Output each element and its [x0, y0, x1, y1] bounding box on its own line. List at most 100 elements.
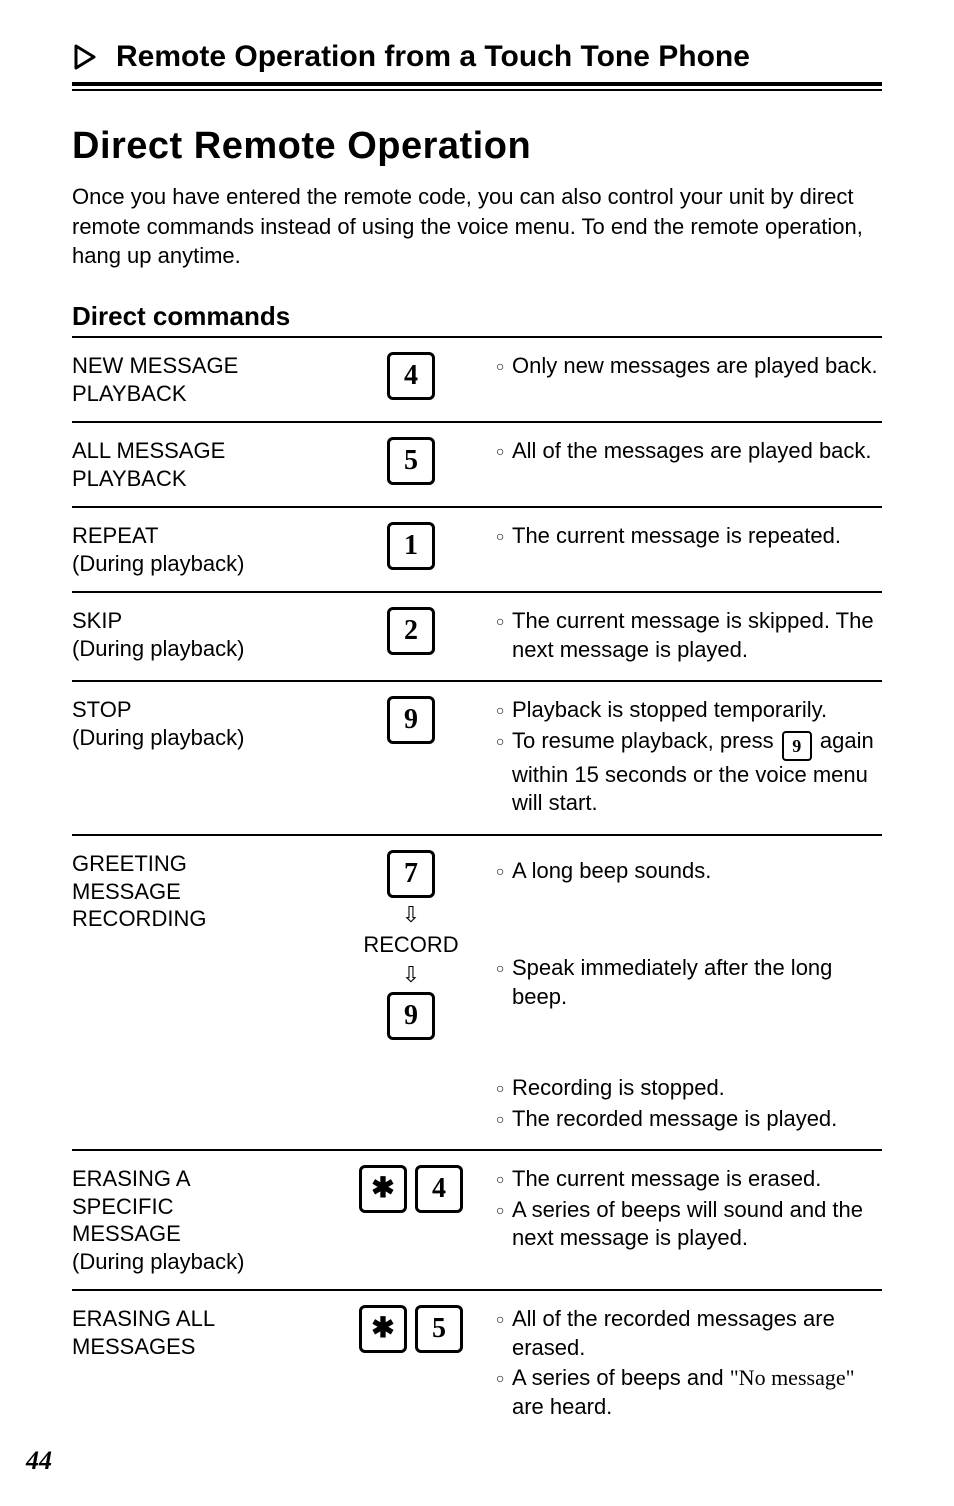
- manual-page: Remote Operation from a Touch Tone Phone…: [0, 0, 954, 1506]
- row-erase-specific: ERASING A SPECIFIC MESSAGE (During playb…: [72, 1151, 882, 1291]
- cmd-name: ERASING A SPECIFIC MESSAGE (During playb…: [72, 1165, 326, 1275]
- keycap-9-inline-icon: 9: [782, 731, 812, 761]
- key-row: ✱ 5: [359, 1305, 463, 1353]
- bullet-text: Recording is stopped.: [512, 1074, 882, 1103]
- key-row: ✱ 4: [359, 1165, 463, 1213]
- bullet-text: All of the recorded messages are erased.: [512, 1305, 882, 1362]
- bullet-text: A long beep sounds.: [512, 857, 882, 886]
- down-arrow-icon: ⇩: [402, 904, 420, 926]
- row-skip: SKIP (During playback) 2 ○ The current m…: [72, 593, 882, 682]
- cmd-name: REPEAT (During playback): [72, 522, 326, 577]
- keycap-7-icon: 7: [387, 850, 435, 898]
- bullet-icon: ○: [496, 1364, 510, 1392]
- bullet-text: The current message is erased.: [512, 1165, 882, 1194]
- keycap-9-icon: 9: [387, 992, 435, 1040]
- keycap-4-icon: 4: [387, 352, 435, 400]
- keycap-star-icon: ✱: [359, 1165, 407, 1213]
- cmd-keys: 2: [326, 607, 496, 655]
- cmd-desc: ○ All of the recorded messages are erase…: [496, 1305, 882, 1423]
- cmd-name: ALL MESSAGE PLAYBACK: [72, 437, 326, 492]
- row-stop: STOP (During playback) 9 ○ Playback is s…: [72, 682, 882, 836]
- bullet-icon: ○: [496, 607, 510, 635]
- bullet-text: The current message is skipped. The next…: [512, 607, 882, 664]
- cmd-keys: 4: [326, 352, 496, 400]
- cmd-name: STOP (During playback): [72, 696, 326, 751]
- cmd-desc: ○ The current message is erased. ○ A ser…: [496, 1165, 882, 1255]
- cmd-keys: ✱ 5: [326, 1305, 496, 1353]
- bullet-text: To resume playback, press 9 again within…: [512, 727, 882, 818]
- bullet-text: A series of beeps and "No message" are h…: [512, 1364, 882, 1421]
- bullet-text: All of the messages are played back.: [512, 437, 882, 466]
- bullet-icon: ○: [496, 1305, 510, 1333]
- keycap-1-icon: 1: [387, 522, 435, 570]
- cmd-desc: ○ Playback is stopped temporarily. ○ To …: [496, 696, 882, 820]
- bullet-text: The current message is repeated.: [512, 522, 882, 551]
- bullet: ○ The recorded message is played.: [496, 1105, 882, 1134]
- cmd-desc: ○ The current message is repeated.: [496, 522, 882, 553]
- keycap-9-icon: 9: [387, 696, 435, 744]
- greeting-step3-desc: ○ Recording is stopped. ○ The recorded m…: [496, 1074, 882, 1135]
- bullet: ○ The current message is skipped. The ne…: [496, 607, 882, 664]
- chapter-title: Remote Operation from a Touch Tone Phone: [116, 40, 750, 74]
- cmd-desc: ○ Only new messages are played back.: [496, 352, 882, 383]
- text-part: A series of beeps and: [512, 1365, 730, 1390]
- bullet-text: Playback is stopped temporarily.: [512, 696, 882, 725]
- cmd-desc: ○ All of the messages are played back.: [496, 437, 882, 468]
- keycap-5-icon: 5: [415, 1305, 463, 1353]
- quoted-text: "No message": [730, 1365, 855, 1390]
- down-arrow-icon: ⇩: [402, 964, 420, 986]
- keycap-2-icon: 2: [387, 607, 435, 655]
- direct-commands-heading: Direct commands: [72, 301, 882, 332]
- cmd-keys: 9: [326, 696, 496, 744]
- row-greeting: GREETING MESSAGE RECORDING 7 ⇩ RECORD ⇩ …: [72, 836, 882, 1151]
- cmd-desc: ○ The current message is skipped. The ne…: [496, 607, 882, 666]
- cmd-name: ERASING ALL MESSAGES: [72, 1305, 326, 1360]
- record-label: RECORD: [363, 932, 458, 958]
- cmd-desc: ○ A long beep sounds. ○ Speak immediatel…: [496, 850, 882, 1135]
- bullet: ○ All of the messages are played back.: [496, 437, 882, 466]
- bullet-icon: ○: [496, 437, 510, 465]
- chapter-heading: Remote Operation from a Touch Tone Phone: [72, 40, 882, 80]
- spacer: [496, 894, 882, 954]
- bullet: ○ Recording is stopped.: [496, 1074, 882, 1103]
- cmd-keys: ✱ 4: [326, 1165, 496, 1213]
- row-all-message: ALL MESSAGE PLAYBACK 5 ○ All of the mess…: [72, 423, 882, 508]
- bullet: ○ Speak immediately after the long beep.: [496, 954, 882, 1011]
- cmd-name: NEW MESSAGE PLAYBACK: [72, 352, 326, 407]
- bullet-text: The recorded message is played.: [512, 1105, 882, 1134]
- bullet-icon: ○: [496, 1196, 510, 1224]
- bullet-icon: ○: [496, 727, 510, 755]
- bullet-icon: ○: [496, 522, 510, 550]
- page-number: 44: [26, 1446, 52, 1476]
- keycap-star-icon: ✱: [359, 1305, 407, 1353]
- bullet: ○ To resume playback, press 9 again with…: [496, 727, 882, 818]
- spacer: [496, 1014, 882, 1074]
- arrow-right-icon: [72, 42, 102, 72]
- bullet: ○ A series of beeps will sound and the n…: [496, 1196, 882, 1253]
- bullet: ○ All of the recorded messages are erase…: [496, 1305, 882, 1362]
- cmd-name: SKIP (During playback): [72, 607, 326, 662]
- bullet-icon: ○: [496, 352, 510, 380]
- bullet-icon: ○: [496, 1074, 510, 1102]
- cmd-name: GREETING MESSAGE RECORDING: [72, 850, 326, 933]
- bullet-icon: ○: [496, 1165, 510, 1193]
- cmd-keys: 1: [326, 522, 496, 570]
- text-part: are heard.: [512, 1394, 612, 1419]
- bullet-icon: ○: [496, 857, 510, 885]
- intro-paragraph: Once you have entered the remote code, y…: [72, 182, 882, 271]
- bullet-text: Speak immediately after the long beep.: [512, 954, 882, 1011]
- bullet: ○ A long beep sounds.: [496, 857, 882, 886]
- cmd-keys: 7 ⇩ RECORD ⇩ 9: [326, 850, 496, 1040]
- keycap-5-icon: 5: [387, 437, 435, 485]
- bullet-text: A series of beeps will sound and the nex…: [512, 1196, 882, 1253]
- text-part: To resume playback, press: [512, 728, 780, 753]
- chapter-rule: [72, 82, 882, 91]
- keycap-4-icon: 4: [415, 1165, 463, 1213]
- bullet-icon: ○: [496, 696, 510, 724]
- row-new-message: NEW MESSAGE PLAYBACK 4 ○ Only new messag…: [72, 338, 882, 423]
- bullet-text: Only new messages are played back.: [512, 352, 882, 381]
- bullet: ○ Only new messages are played back.: [496, 352, 882, 381]
- section-title: Direct Remote Operation: [72, 125, 882, 168]
- bullet: ○ A series of beeps and "No message" are…: [496, 1364, 882, 1421]
- row-erase-all: ERASING ALL MESSAGES ✱ 5 ○ All of the re…: [72, 1291, 882, 1437]
